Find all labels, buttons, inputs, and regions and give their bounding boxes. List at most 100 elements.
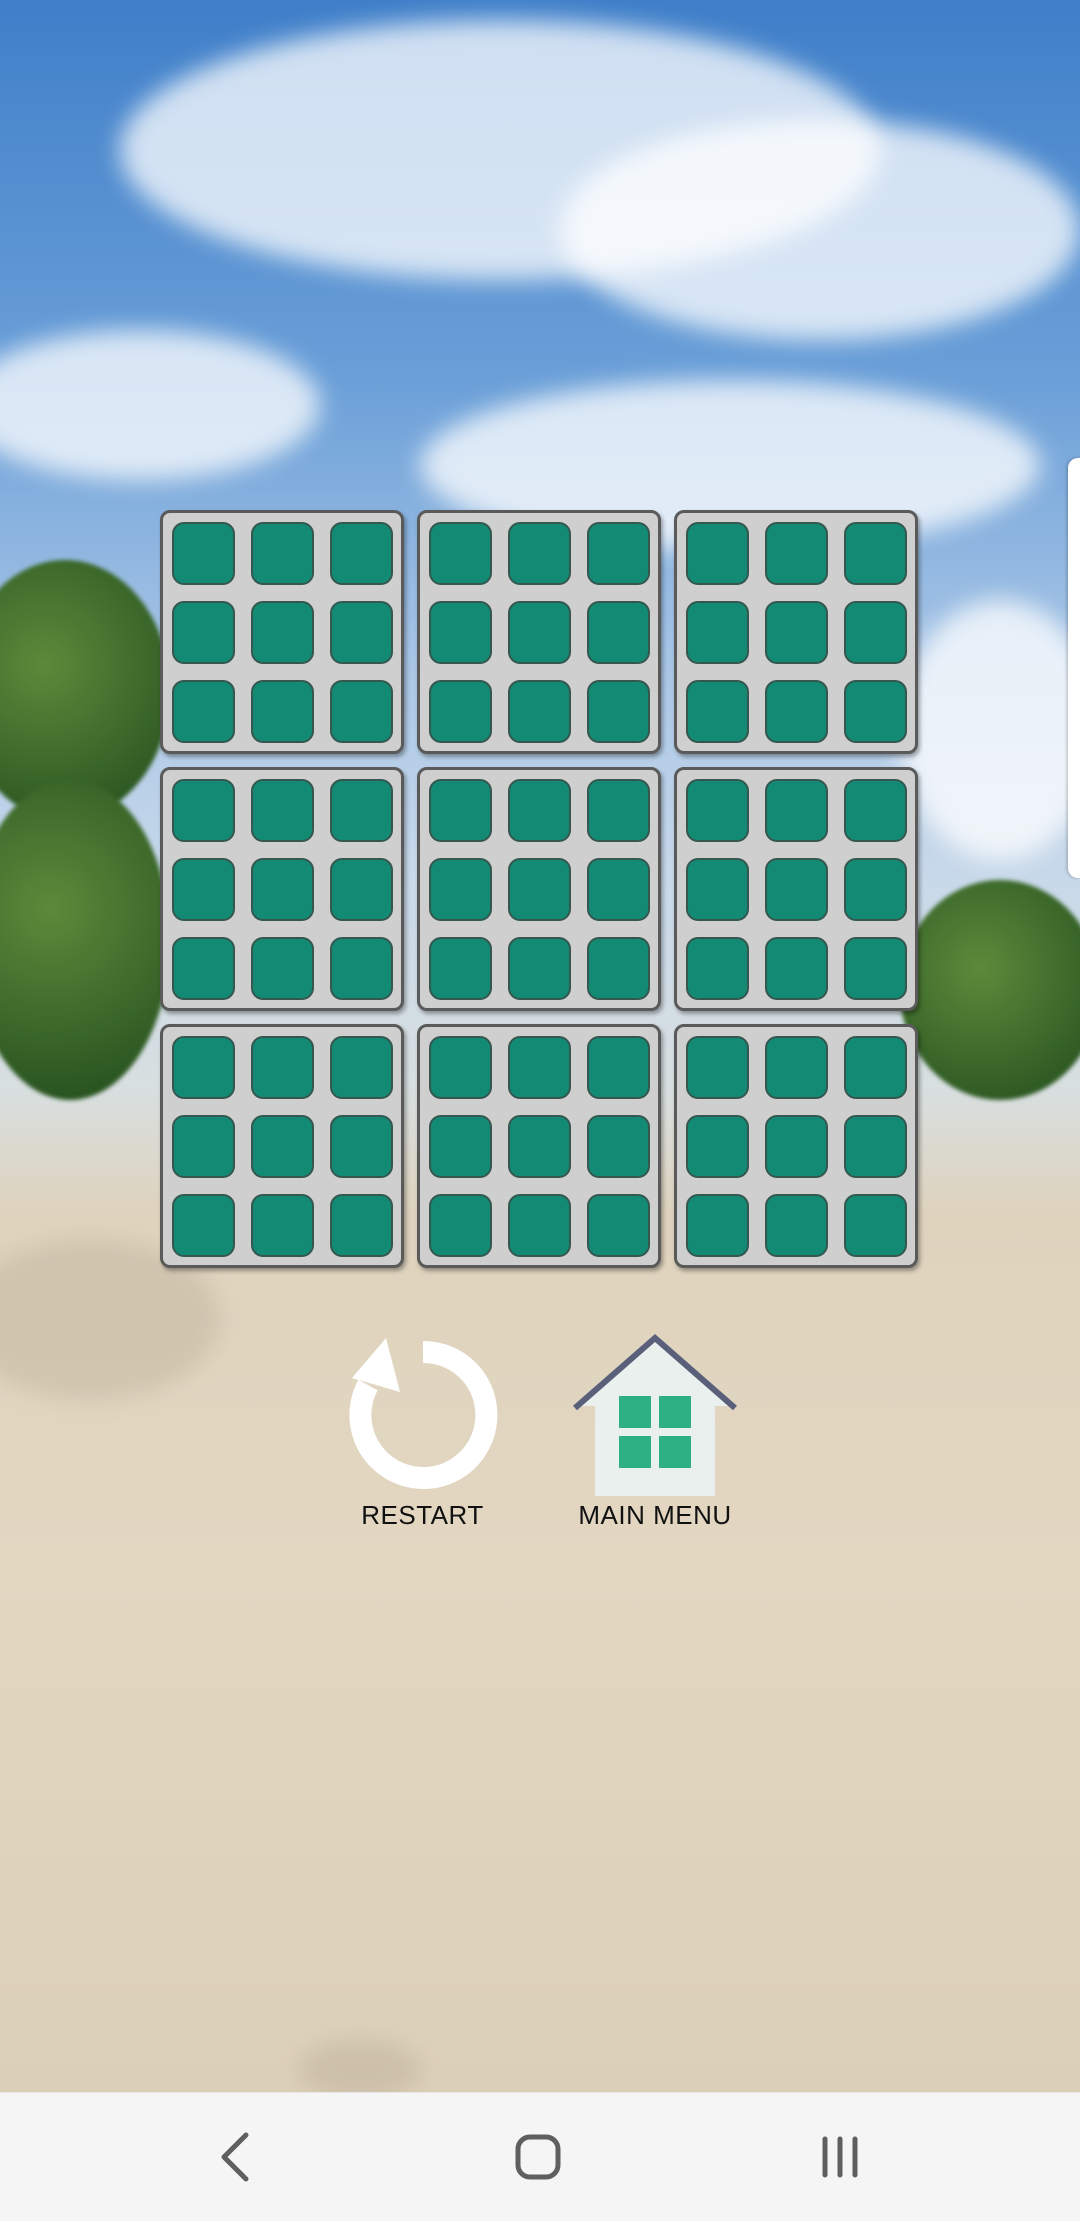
tile[interactable] xyxy=(251,522,314,585)
tile[interactable] xyxy=(251,858,314,921)
tile[interactable] xyxy=(844,858,907,921)
main-menu-label: MAIN MENU xyxy=(578,1500,732,1530)
tile[interactable] xyxy=(686,858,749,921)
board-cell-9[interactable] xyxy=(674,1024,918,1268)
tile[interactable] xyxy=(844,1036,907,1099)
tile[interactable] xyxy=(172,522,235,585)
tile[interactable] xyxy=(587,858,650,921)
tile[interactable] xyxy=(765,858,828,921)
tile[interactable] xyxy=(330,1194,393,1257)
tile[interactable] xyxy=(508,779,571,842)
tile[interactable] xyxy=(844,522,907,585)
nav-home-button[interactable] xyxy=(478,2093,598,2221)
tile[interactable] xyxy=(765,1194,828,1257)
back-chevron-icon xyxy=(221,2132,249,2182)
main-menu-button[interactable]: MAIN MENU xyxy=(555,1328,755,1531)
tile[interactable] xyxy=(330,1115,393,1178)
tile[interactable] xyxy=(587,680,650,743)
nav-back-button[interactable] xyxy=(176,2093,296,2221)
tile[interactable] xyxy=(765,522,828,585)
tile[interactable] xyxy=(765,1115,828,1178)
tile[interactable] xyxy=(765,601,828,664)
tile[interactable] xyxy=(686,1194,749,1257)
tile[interactable] xyxy=(429,1036,492,1099)
tile[interactable] xyxy=(844,601,907,664)
tile[interactable] xyxy=(686,1036,749,1099)
tile[interactable] xyxy=(251,1194,314,1257)
tile[interactable] xyxy=(251,601,314,664)
tile[interactable] xyxy=(251,1036,314,1099)
tile[interactable] xyxy=(172,680,235,743)
tile[interactable] xyxy=(765,937,828,1000)
tile[interactable] xyxy=(508,1036,571,1099)
tile[interactable] xyxy=(587,522,650,585)
tile[interactable] xyxy=(844,1115,907,1178)
tile[interactable] xyxy=(508,522,571,585)
board-cell-3[interactable] xyxy=(674,510,918,754)
house-icon xyxy=(573,1334,737,1496)
tile[interactable] xyxy=(251,937,314,1000)
tile[interactable] xyxy=(844,937,907,1000)
tile[interactable] xyxy=(429,522,492,585)
tile[interactable] xyxy=(251,1115,314,1178)
tile[interactable] xyxy=(172,1194,235,1257)
tile[interactable] xyxy=(429,680,492,743)
tile[interactable] xyxy=(172,779,235,842)
tile[interactable] xyxy=(587,1115,650,1178)
tile[interactable] xyxy=(330,601,393,664)
tile[interactable] xyxy=(330,680,393,743)
tile[interactable] xyxy=(508,1194,571,1257)
tile[interactable] xyxy=(429,779,492,842)
tile[interactable] xyxy=(765,1036,828,1099)
tile[interactable] xyxy=(508,937,571,1000)
tile[interactable] xyxy=(330,1036,393,1099)
tile[interactable] xyxy=(844,779,907,842)
tile[interactable] xyxy=(587,937,650,1000)
tile[interactable] xyxy=(330,858,393,921)
board-cell-7[interactable] xyxy=(160,1024,404,1268)
tile[interactable] xyxy=(686,937,749,1000)
tile[interactable] xyxy=(251,680,314,743)
tile[interactable] xyxy=(429,1115,492,1178)
tile[interactable] xyxy=(686,680,749,743)
nav-recents-button[interactable] xyxy=(780,2093,900,2221)
tile[interactable] xyxy=(172,1036,235,1099)
tile[interactable] xyxy=(508,601,571,664)
tile[interactable] xyxy=(172,601,235,664)
tile[interactable] xyxy=(844,680,907,743)
tile[interactable] xyxy=(844,1194,907,1257)
board-cell-2[interactable] xyxy=(417,510,661,754)
tile[interactable] xyxy=(172,1115,235,1178)
tile[interactable] xyxy=(765,680,828,743)
tile[interactable] xyxy=(686,1115,749,1178)
tile[interactable] xyxy=(429,858,492,921)
tile[interactable] xyxy=(686,779,749,842)
tile[interactable] xyxy=(429,1194,492,1257)
tile[interactable] xyxy=(429,937,492,1000)
tile[interactable] xyxy=(330,937,393,1000)
board-cell-4[interactable] xyxy=(160,767,404,1011)
tile[interactable] xyxy=(587,1036,650,1099)
tile[interactable] xyxy=(508,858,571,921)
board-cell-8[interactable] xyxy=(417,1024,661,1268)
tile[interactable] xyxy=(330,779,393,842)
tile[interactable] xyxy=(429,601,492,664)
board-cell-6[interactable] xyxy=(674,767,918,1011)
tile[interactable] xyxy=(508,680,571,743)
tile[interactable] xyxy=(587,1194,650,1257)
tile[interactable] xyxy=(686,522,749,585)
edge-panel-handle[interactable] xyxy=(1068,458,1080,878)
tile[interactable] xyxy=(251,779,314,842)
board-cell-1[interactable] xyxy=(160,510,404,754)
tile[interactable] xyxy=(172,858,235,921)
tile[interactable] xyxy=(508,1115,571,1178)
tile[interactable] xyxy=(330,522,393,585)
tile[interactable] xyxy=(686,601,749,664)
tile[interactable] xyxy=(587,779,650,842)
tile[interactable] xyxy=(765,779,828,842)
tile[interactable] xyxy=(587,601,650,664)
board-cell-5[interactable] xyxy=(417,767,661,1011)
restart-button[interactable]: RESTART xyxy=(320,1330,525,1531)
recents-bars-icon xyxy=(822,2136,858,2178)
tile[interactable] xyxy=(172,937,235,1000)
